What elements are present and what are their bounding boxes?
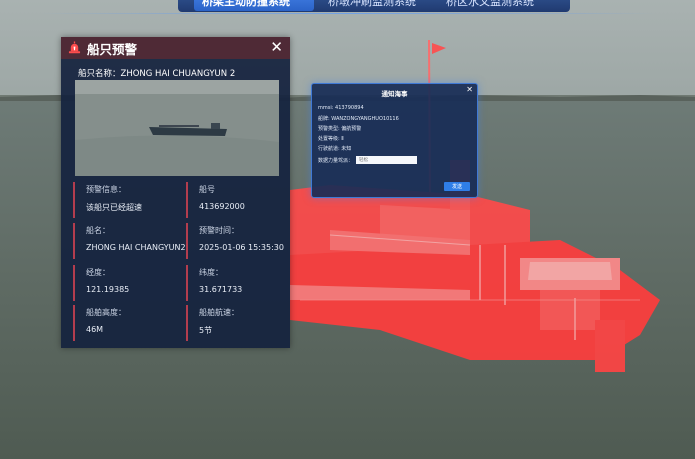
field-label: 纬度： bbox=[199, 268, 223, 277]
row-mmsi: mmsi: 413790894 bbox=[318, 105, 364, 111]
field-value: ZHONG HAI CHANGYUN2 bbox=[86, 243, 186, 252]
field-value: 2025-01-06 15:35:30 bbox=[199, 243, 284, 252]
tab-hydrology[interactable]: 桥区水文监测系统 bbox=[446, 0, 546, 11]
row-ship-plate: 船牌: WANZONGYANGHUO10116 bbox=[318, 116, 399, 122]
dispatch-label: 数据力量驾派： bbox=[318, 158, 354, 164]
nav-divider bbox=[40, 13, 655, 14]
warning-header: 船只预警 ✕ bbox=[61, 37, 290, 59]
field-longitude: 经度： 121.19385 bbox=[73, 265, 175, 301]
ship-warning-panel: 船只预警 ✕ 船只名称：ZHONG HAI CHUANGYUN 2 预警信息： … bbox=[61, 37, 290, 348]
field-label: 船舶高度： bbox=[86, 308, 126, 317]
field-label: 船舶航速： bbox=[199, 308, 239, 317]
row-warning-type: 预警类型: 偏航预警 bbox=[318, 126, 362, 132]
field-value: 121.19385 bbox=[86, 285, 130, 294]
send-button[interactable]: 发送 bbox=[444, 182, 470, 191]
tab-bridge-anticollision[interactable]: 桥梁主动防撞系统 bbox=[194, 0, 314, 11]
top-navigation: 桥梁主动防撞系统 桥墩冲刷监测系统 桥区水文监测系统 bbox=[178, 0, 570, 14]
ship-photo bbox=[75, 80, 279, 176]
field-label: 船号 bbox=[199, 185, 215, 194]
field-label: 经度： bbox=[86, 268, 110, 277]
row-disposal-level: 处置等级: Ⅱ bbox=[318, 136, 344, 142]
field-ship-number: 船号 413692000 bbox=[186, 182, 288, 218]
field-value: 46M bbox=[86, 325, 104, 334]
field-label: 预警信息： bbox=[86, 185, 126, 194]
field-warning-time: 预警时间： 2025-01-06 15:35:30 bbox=[186, 223, 288, 259]
notify-maritime-dialog: 通知海事 ✕ mmsi: 413790894 船牌: WANZONGYANGHU… bbox=[311, 83, 478, 198]
ship-name-label: 船只名称：ZHONG HAI CHUANGYUN 2 bbox=[78, 69, 236, 79]
field-warning-info: 预警信息： 该船只已经超速 bbox=[73, 182, 175, 218]
tab-pier-scour[interactable]: 桥墩冲刷监测系统 bbox=[328, 0, 428, 11]
field-latitude: 纬度： 31.671733 bbox=[186, 265, 288, 301]
field-ship-height: 船舶高度： 46M bbox=[73, 305, 175, 341]
row-channel: 行驶航道: 未知 bbox=[318, 146, 352, 152]
field-value: 31.671733 bbox=[199, 285, 243, 294]
field-value: 5节 bbox=[199, 326, 213, 335]
close-icon[interactable]: ✕ bbox=[466, 85, 473, 94]
field-value: 413692000 bbox=[199, 202, 245, 211]
field-value: 该船只已经超速 bbox=[86, 203, 142, 212]
field-label: 船名： bbox=[86, 226, 110, 235]
field-ship-speed: 船舶航速： 5节 bbox=[186, 305, 288, 341]
field-label: 预警时间： bbox=[199, 226, 239, 235]
close-icon[interactable]: ✕ bbox=[270, 39, 283, 55]
field-ship-name: 船名： ZHONG HAI CHANGYUN2 bbox=[73, 223, 186, 259]
alarm-icon bbox=[68, 41, 81, 54]
dispatch-input[interactable] bbox=[356, 156, 417, 164]
dialog-title: 通知海事 bbox=[381, 90, 408, 98]
warning-title: 船只预警 bbox=[87, 42, 138, 57]
